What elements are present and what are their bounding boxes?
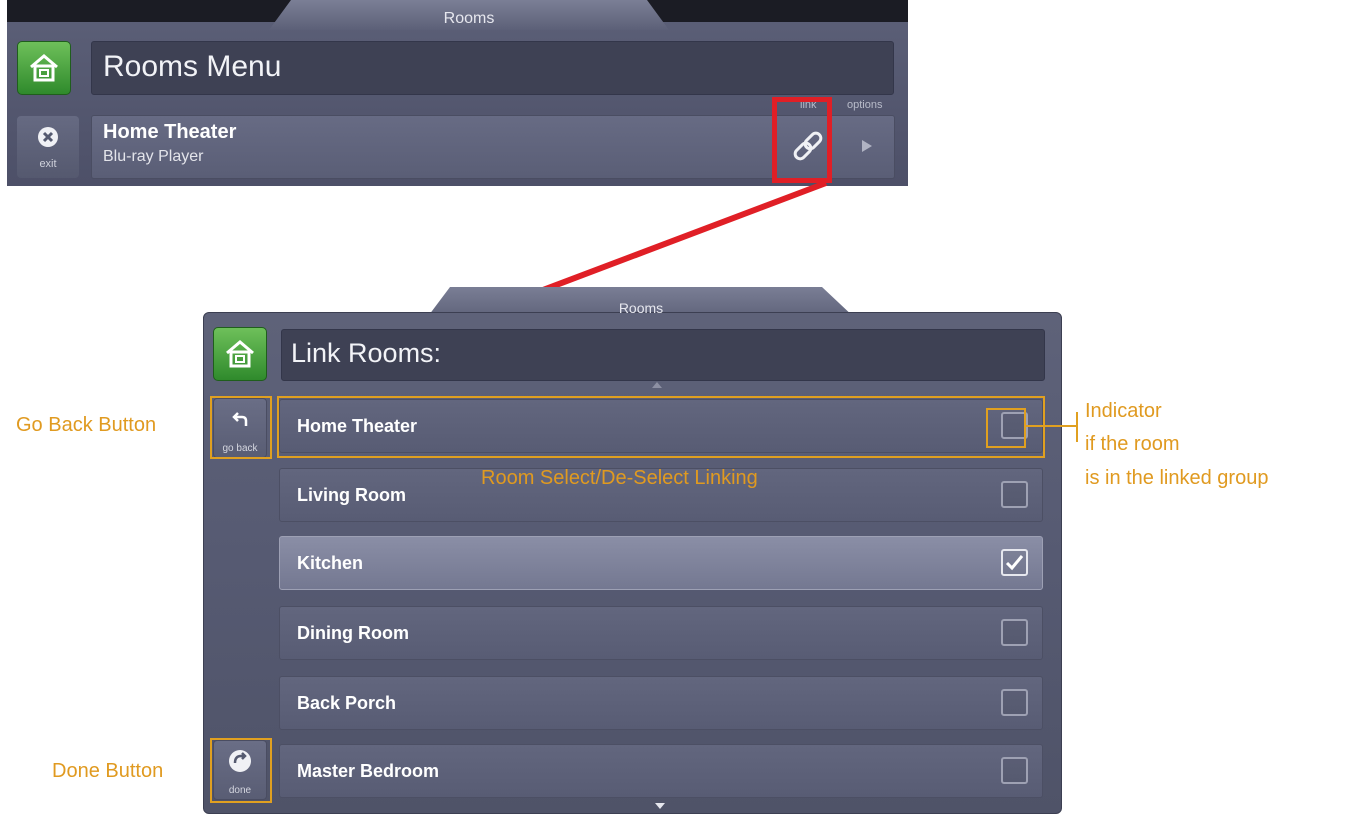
link-checkbox[interactable]	[1001, 689, 1028, 716]
go-back-highlight-box	[210, 396, 272, 459]
room-label: Back Porch	[297, 693, 397, 713]
done-annotation: Done Button	[52, 760, 164, 782]
link-checkbox[interactable]	[1001, 619, 1028, 646]
go-back-annotation: Go Back Button	[16, 414, 157, 436]
house-icon	[226, 340, 254, 368]
link-checkbox[interactable]	[1001, 549, 1028, 576]
room-row-back-porch[interactable]: Back Porch	[279, 676, 1043, 730]
indicator-annotation-line3: is in the linked group	[1085, 467, 1269, 489]
link-checkbox[interactable]	[1001, 481, 1028, 508]
room-row-kitchen[interactable]: Kitchen	[279, 536, 1043, 590]
scroll-down-icon[interactable]	[654, 802, 666, 810]
scroll-up-icon[interactable]	[651, 381, 663, 389]
page-title: Link Rooms:	[291, 338, 442, 368]
room-row-master-bedroom[interactable]: Master Bedroom	[279, 744, 1043, 798]
room-row-highlight-box	[277, 396, 1045, 458]
room-row-dining-room[interactable]: Dining Room	[279, 606, 1043, 660]
indicator-bracket-line	[1076, 412, 1078, 442]
room-label: Dining Room	[297, 623, 409, 643]
room-label: Kitchen	[297, 553, 364, 573]
panel-tab-title: Rooms	[618, 300, 664, 316]
done-highlight-box	[210, 738, 272, 803]
indicator-highlight-box	[986, 408, 1026, 448]
indicator-annotation-line1: Indicator	[1085, 400, 1162, 422]
room-select-annotation: Room Select/De-Select Linking	[481, 467, 758, 489]
checkmark-icon	[1005, 555, 1024, 571]
room-label: Living Room	[297, 485, 406, 505]
home-button[interactable]	[213, 327, 267, 381]
link-checkbox[interactable]	[1001, 757, 1028, 784]
indicator-connector-line	[1026, 425, 1078, 427]
indicator-annotation-line2: if the room	[1085, 433, 1180, 455]
room-label: Master Bedroom	[297, 761, 440, 781]
